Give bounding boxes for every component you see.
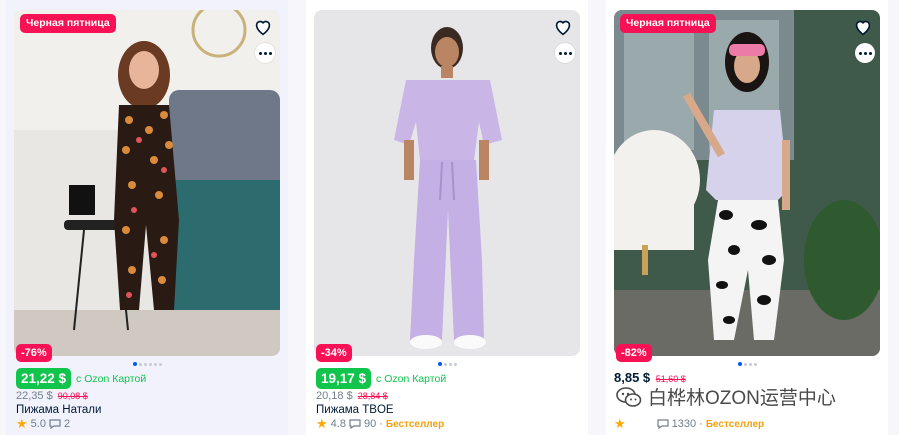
product-card[interactable]: -34% 19,17 $ с Ozon Картой 20,18 $ 28,84… [306, 0, 588, 435]
star-icon: ★ [316, 416, 328, 431]
carousel-dots[interactable] [606, 362, 888, 366]
rating-value: 4.8 [330, 418, 346, 430]
card-price-row: 21,22 $ с Ozon Картой [16, 368, 146, 389]
more-icon[interactable] [255, 43, 275, 63]
star-icon: ★ [614, 416, 626, 431]
ozon-card-label: с Ozon Картой [376, 372, 447, 385]
promo-badge: Черная пятница [20, 14, 116, 33]
promo-badge: Черная пятница [620, 14, 716, 33]
heart-icon[interactable] [852, 16, 874, 38]
rating-value: 5.0 [30, 418, 46, 430]
comment-icon [349, 419, 361, 429]
discount-badge: -34% [316, 344, 352, 362]
review-count: 2 [63, 418, 71, 430]
price-line: 20,18 $ 28,84 $ [316, 390, 388, 402]
product-photo[interactable]: Черная пятница [614, 10, 880, 356]
ozon-card-price: 19,17 $ [316, 368, 372, 389]
review-count: 90 [363, 418, 377, 430]
star-icon: ★ [16, 416, 28, 431]
more-icon[interactable] [855, 43, 875, 63]
carousel-dots[interactable] [6, 362, 288, 366]
product-photo-image [614, 10, 880, 356]
watermark: 白桦林OZON运营中心 [616, 383, 836, 410]
product-photo[interactable] [314, 10, 580, 356]
rating-row: ★ 1330 · Бестселлер [614, 416, 765, 431]
bestseller-badge: Бестселлер [385, 418, 445, 430]
carousel-dots[interactable] [306, 362, 588, 366]
rating-row: ★ 4.8 90 · Бестселлер [316, 416, 445, 431]
card-price-row: 19,17 $ с Ozon Картой [316, 368, 446, 389]
review-count: 1330 [671, 418, 697, 430]
price: 20,18 $ [316, 390, 353, 402]
product-card[interactable]: Черная пятница -76% 21,22 $ с Ozon Карто… [6, 0, 288, 435]
wechat-icon [616, 386, 642, 407]
product-card[interactable]: Черная пятница -82% 8,85 $ 51,60 $ ★ 133… [606, 0, 888, 435]
comment-icon [657, 419, 669, 429]
heart-icon[interactable] [552, 16, 574, 38]
more-icon[interactable] [555, 43, 575, 63]
watermark-text: 白桦林OZON运营中心 [648, 388, 836, 409]
comment-icon [49, 419, 61, 429]
product-photo[interactable]: Черная пятница [14, 10, 280, 356]
product-photo-image [14, 10, 280, 356]
discount-badge: -82% [616, 344, 652, 362]
product-title[interactable]: Пижама Натали [16, 404, 101, 416]
old-price: 28,84 $ [357, 391, 388, 401]
product-photo-image [314, 10, 580, 356]
rating-row: ★ 5.0 2 [16, 416, 71, 431]
old-price: 90,08 $ [57, 391, 88, 401]
ozon-card-label: с Ozon Картой [76, 372, 147, 385]
price-line: 22,35 $ 90,08 $ [16, 390, 88, 402]
discount-badge: -76% [16, 344, 52, 362]
bestseller-badge: Бестселлер [705, 418, 765, 430]
product-title[interactable]: Пижама TBOE [316, 404, 394, 416]
price: 22,35 $ [16, 390, 53, 402]
ozon-card-price: 21,22 $ [16, 368, 72, 389]
heart-icon[interactable] [252, 16, 274, 38]
